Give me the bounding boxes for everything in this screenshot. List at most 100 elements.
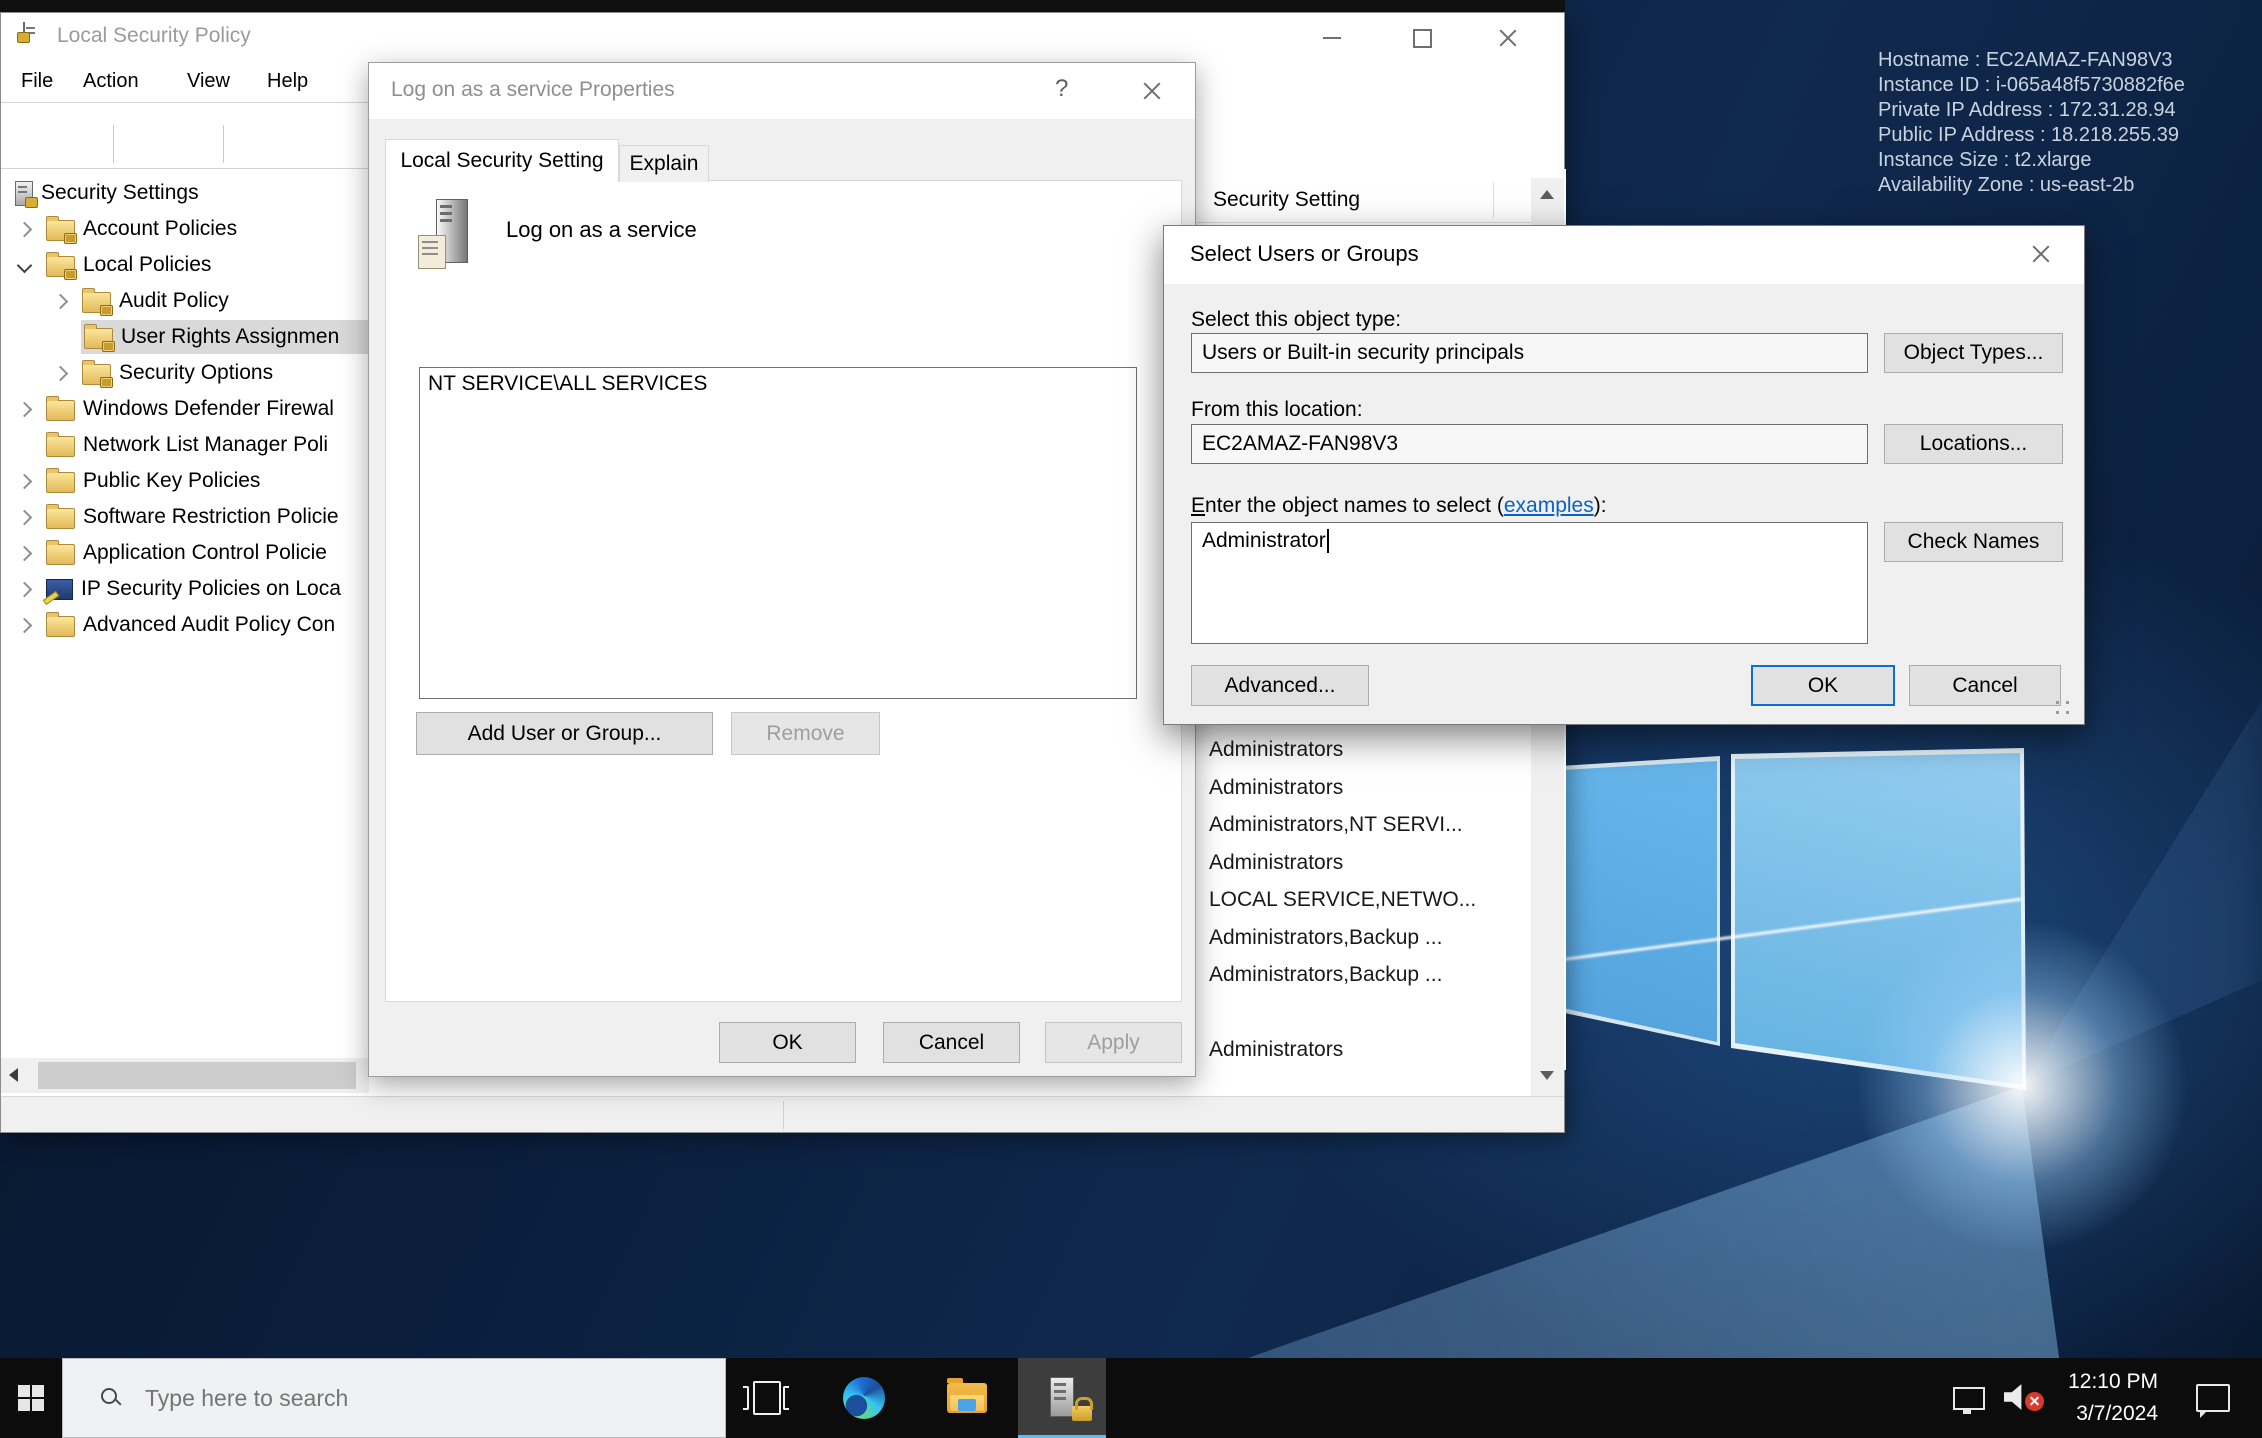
security-setting-cell[interactable]: Administrators,Backup ... xyxy=(1209,957,1529,993)
tree-item-advanced-audit-policy[interactable]: Advanced Audit Policy Con xyxy=(1,607,369,643)
start-button[interactable] xyxy=(0,1358,62,1438)
security-setting-cell[interactable]: Administrators,NT SERVI... xyxy=(1209,807,1529,843)
tree-item-windows-defender-firewall[interactable]: Windows Defender Firewal xyxy=(1,391,369,427)
edge-button[interactable] xyxy=(834,1358,894,1438)
select-cancel-button[interactable]: Cancel xyxy=(1909,665,2061,706)
network-icon xyxy=(1953,1387,1985,1410)
tab-local-security-setting[interactable]: Local Security Setting xyxy=(385,139,619,182)
security-setting-cell[interactable]: Administrators xyxy=(1209,1032,1529,1068)
members-listbox[interactable]: NT SERVICE\ALL SERVICES xyxy=(419,367,1137,699)
tree-item-software-restriction[interactable]: Software Restriction Policie xyxy=(1,499,369,535)
status-bar xyxy=(1,1096,1564,1132)
tab-explain[interactable]: Explain xyxy=(619,145,709,182)
folder-lock-icon xyxy=(46,220,75,241)
maximize-button[interactable] xyxy=(1405,25,1439,51)
locations-button[interactable]: Locations... xyxy=(1884,424,2063,464)
select-dialog-titlebar[interactable]: Select Users or Groups xyxy=(1164,226,2084,284)
tree-horizontal-scrollbar[interactable] xyxy=(1,1058,369,1093)
column-divider[interactable] xyxy=(1493,182,1494,218)
main-titlebar[interactable]: Local Security Policy xyxy=(1,13,1564,61)
resize-grip[interactable] xyxy=(2066,701,2069,704)
expand-chevron-icon[interactable] xyxy=(17,509,33,525)
search-input[interactable] xyxy=(143,1384,725,1413)
taskbar: 12:10 PM 3/7/2024 xyxy=(0,1358,2262,1438)
tree-item-ip-security-policies[interactable]: IP Security Policies on Loca xyxy=(1,571,369,607)
member-item[interactable]: NT SERVICE\ALL SERVICES xyxy=(428,372,707,396)
object-names-input[interactable]: Administrator xyxy=(1191,522,1868,644)
remove-button[interactable]: Remove xyxy=(731,712,880,755)
tree-item-public-key-policies[interactable]: Public Key Policies xyxy=(1,463,369,499)
action-center-button[interactable] xyxy=(2186,1358,2240,1438)
folder-lock-icon xyxy=(82,364,111,385)
menu-file[interactable]: File xyxy=(21,70,53,93)
folder-icon xyxy=(46,544,75,565)
expand-chevron-icon[interactable] xyxy=(53,293,69,309)
examples-link[interactable]: examples xyxy=(1504,494,1594,517)
properties-titlebar[interactable]: Log on as a service Properties ? xyxy=(369,63,1195,119)
security-setting-cell[interactable] xyxy=(1209,995,1529,1031)
local-security-policy-taskbar-button[interactable] xyxy=(1018,1358,1106,1438)
security-setting-cell[interactable]: Administrators xyxy=(1209,732,1529,768)
add-user-or-group-button[interactable]: Add User or Group... xyxy=(416,712,713,755)
security-setting-cell[interactable]: Administrators xyxy=(1209,845,1529,881)
app-icon xyxy=(23,22,25,41)
computer-lock-icon xyxy=(15,181,33,206)
expand-chevron-icon[interactable] xyxy=(17,545,33,561)
tree-item-application-control[interactable]: Application Control Policie xyxy=(1,535,369,571)
expand-chevron-icon[interactable] xyxy=(17,581,33,597)
menu-view[interactable]: View xyxy=(187,70,230,93)
help-button[interactable]: ? xyxy=(1055,75,1068,103)
expand-chevron-icon[interactable] xyxy=(17,221,33,237)
properties-apply-button[interactable]: Apply xyxy=(1045,1022,1182,1063)
minimize-button[interactable] xyxy=(1315,25,1349,51)
menu-action[interactable]: Action xyxy=(83,70,139,93)
select-ok-button[interactable]: OK xyxy=(1751,665,1895,706)
security-setting-cell[interactable]: Administrators,Backup ... xyxy=(1209,920,1529,956)
security-setting-cell[interactable]: Administrators xyxy=(1209,770,1529,806)
close-button[interactable] xyxy=(1497,27,1519,49)
tree-item-audit-policy[interactable]: Audit Policy xyxy=(1,283,369,319)
tree-item-local-policies[interactable]: Local Policies xyxy=(1,247,369,283)
tree-item-user-rights-assignment[interactable]: User Rights Assignmen xyxy=(1,319,369,355)
volume-tray-icon[interactable] xyxy=(1996,1358,2046,1438)
properties-ok-button[interactable]: OK xyxy=(719,1022,856,1063)
properties-cancel-button[interactable]: Cancel xyxy=(883,1022,1020,1063)
object-types-button[interactable]: Object Types... xyxy=(1884,333,2063,373)
location-field[interactable]: EC2AMAZ-FAN98V3 xyxy=(1191,424,1868,464)
expand-chevron-icon[interactable] xyxy=(17,617,33,633)
close-button[interactable] xyxy=(1141,80,1163,102)
taskbar-search-box[interactable] xyxy=(62,1358,726,1438)
column-header-security-setting[interactable]: Security Setting xyxy=(1197,178,1531,223)
network-tray-icon[interactable] xyxy=(1944,1358,1994,1438)
scroll-left-icon[interactable] xyxy=(9,1068,18,1082)
collapse-chevron-icon[interactable] xyxy=(17,257,33,273)
security-setting-cell[interactable]: LOCAL SERVICE,NETWO... xyxy=(1209,882,1529,918)
clock-date: 3/7/2024 xyxy=(2076,1402,2158,1426)
object-type-field[interactable]: Users or Built-in security principals xyxy=(1191,333,1868,373)
task-view-icon xyxy=(743,1381,789,1415)
expand-chevron-icon[interactable] xyxy=(53,365,69,381)
file-explorer-button[interactable] xyxy=(937,1358,997,1438)
tree-item-network-list-manager[interactable]: Network List Manager Poli xyxy=(1,427,369,463)
text-caret xyxy=(1327,529,1329,553)
expand-chevron-icon[interactable] xyxy=(17,473,33,489)
windows-start-icon xyxy=(18,1385,44,1411)
taskbar-clock[interactable]: 12:10 PM 3/7/2024 xyxy=(2040,1358,2158,1438)
menu-help[interactable]: Help xyxy=(267,70,308,93)
policy-server-icon xyxy=(418,199,474,273)
toolbar-separator xyxy=(113,125,114,163)
expand-chevron-icon[interactable] xyxy=(17,401,33,417)
scroll-up-icon[interactable] xyxy=(1540,190,1554,199)
scrollbar-thumb[interactable] xyxy=(38,1062,356,1089)
tree-item-account-policies[interactable]: Account Policies xyxy=(1,211,369,247)
scroll-down-icon[interactable] xyxy=(1540,1071,1554,1080)
security-policy-icon xyxy=(1050,1377,1074,1417)
tree-item-security-settings[interactable]: Security Settings xyxy=(1,175,369,211)
advanced-button[interactable]: Advanced... xyxy=(1191,665,1369,706)
tree-item-security-options[interactable]: Security Options xyxy=(1,355,369,391)
check-names-button[interactable]: Check Names xyxy=(1884,522,2063,562)
close-button[interactable] xyxy=(2030,243,2052,265)
task-view-button[interactable] xyxy=(736,1358,796,1438)
instance-info-line: Instance Size : t2.xlarge xyxy=(1878,148,2185,173)
location-label: From this location: xyxy=(1191,398,1363,422)
